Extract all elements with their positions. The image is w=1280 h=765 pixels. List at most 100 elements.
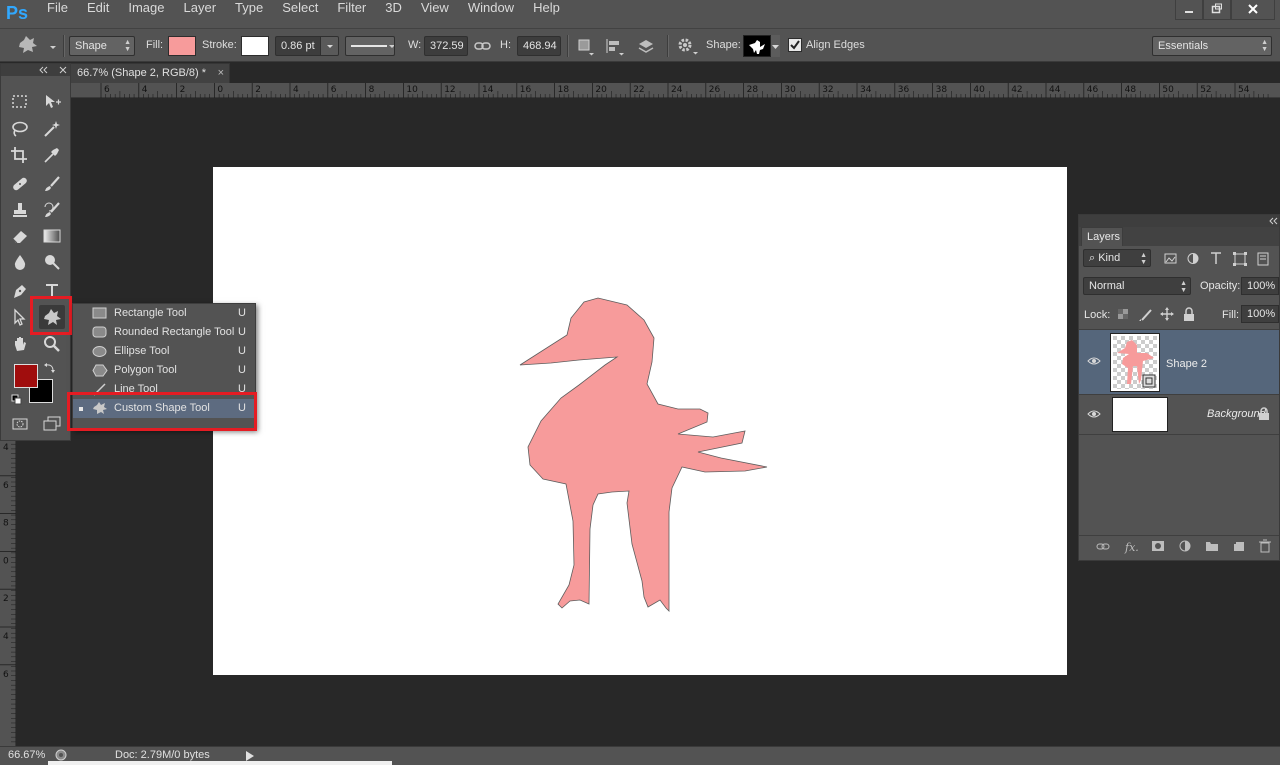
lasso-tool[interactable] — [7, 117, 33, 141]
layers-footer-icons[interactable]: fx. — [1079, 536, 1279, 558]
layer-filter-select[interactable]: ⌕ Kind ▲ ▼ — [1083, 249, 1151, 267]
flyout-rounded-rectangle-tool[interactable]: Rounded Rectangle Tool U — [73, 323, 255, 342]
zoom-level[interactable]: 66.67% — [8, 749, 45, 761]
close-tab-icon[interactable]: × — [218, 64, 224, 83]
fill-field[interactable]: 100% — [1241, 305, 1279, 323]
hand-tool[interactable] — [7, 332, 33, 356]
menu-list: File Edit Image Layer Type Select Filter… — [37, 0, 569, 28]
history-brush-tool[interactable] — [39, 198, 65, 222]
flyout-rectangle-tool[interactable]: Rectangle Tool U — [73, 304, 255, 323]
menu-bar: Ps File Edit Image Layer Type Select Fil… — [0, 0, 1280, 28]
close-window-button[interactable] — [1231, 0, 1275, 20]
stroke-width-field[interactable]: 0.86 pt — [275, 36, 339, 56]
magic-wand-tool[interactable] — [39, 117, 65, 141]
ruler-label: 32 — [822, 85, 833, 95]
link-dimensions-button[interactable] — [474, 38, 492, 54]
add-mask-icon — [1152, 541, 1164, 551]
shape-picker-dropdown[interactable] — [771, 35, 780, 57]
minimize-icon — [1185, 11, 1193, 13]
path-operations-button[interactable] — [575, 36, 595, 56]
path-alignment-button[interactable] — [604, 36, 626, 56]
fill-color-swatch[interactable] — [168, 36, 196, 56]
default-colors-icon[interactable] — [11, 394, 23, 406]
eye-icon[interactable] — [1087, 409, 1101, 419]
screen-mode-icon — [43, 416, 61, 431]
menu-type[interactable]: Type — [225, 0, 272, 28]
dodge-tool[interactable] — [39, 250, 65, 274]
bird-shape[interactable] — [213, 167, 1067, 675]
menu-select[interactable]: Select — [272, 0, 327, 28]
menu-help[interactable]: Help — [523, 0, 569, 28]
lock-options-icons[interactable] — [1117, 307, 1197, 323]
status-info-icon[interactable] — [55, 749, 67, 761]
restore-icon — [1211, 3, 1222, 14]
restore-button[interactable] — [1203, 0, 1231, 20]
ruler-label: 8 — [3, 519, 9, 529]
screen-mode-button[interactable] — [39, 412, 65, 436]
minimize-button[interactable] — [1175, 0, 1203, 20]
menu-file[interactable]: File — [37, 0, 77, 28]
flyout-polygon-tool[interactable]: Polygon Tool U — [73, 361, 255, 380]
brush-tool[interactable] — [39, 172, 65, 196]
menu-window[interactable]: Window — [458, 0, 523, 28]
layer-name: Background — [1207, 408, 1266, 420]
menu-view[interactable]: View — [411, 0, 458, 28]
shape-picker[interactable] — [743, 35, 771, 57]
menu-edit[interactable]: Edit — [77, 0, 118, 28]
document-canvas[interactable] — [213, 167, 1067, 675]
horizontal-scrollbar[interactable] — [48, 761, 392, 765]
height-field[interactable]: 468.94 p — [517, 36, 561, 56]
clone-stamp-tool[interactable] — [7, 198, 33, 222]
eraser-tool[interactable] — [7, 224, 33, 248]
layer-row-shape-2[interactable]: Shape 2 — [1079, 329, 1279, 395]
quick-mask-button[interactable] — [7, 412, 33, 436]
layer-filter-icons[interactable] — [1163, 251, 1279, 267]
layer-thumbnail — [1110, 333, 1160, 392]
opacity-field[interactable]: 100% — [1241, 277, 1279, 295]
marquee-tool[interactable] — [7, 90, 33, 114]
menu-layer[interactable]: Layer — [174, 0, 226, 28]
menu-filter[interactable]: Filter — [327, 0, 375, 28]
menu-image[interactable]: Image — [118, 0, 173, 28]
align-edges-checkbox[interactable] — [788, 38, 802, 52]
foreground-color-swatch[interactable] — [14, 364, 38, 388]
zoom-tool[interactable] — [39, 332, 65, 356]
stroke-width-dropdown[interactable] — [320, 37, 338, 55]
swap-colors-icon[interactable] — [43, 361, 57, 375]
healing-brush-tool[interactable] — [7, 172, 33, 196]
blend-mode-select[interactable]: Normal ▲ ▼ — [1083, 277, 1191, 295]
tool-preset-picker[interactable] — [14, 34, 60, 58]
flyout-shortcut: U — [238, 364, 246, 376]
stroke-color-swatch[interactable] — [241, 36, 269, 56]
options-separator — [567, 35, 568, 57]
workspace-select[interactable]: Essentials ▲ ▼ — [1152, 36, 1272, 56]
fill-label: Fill: — [1222, 309, 1240, 321]
ruler-label: 4 — [3, 632, 9, 642]
menu-3d[interactable]: 3D — [375, 0, 411, 28]
layers-tab[interactable]: Layers — [1081, 227, 1123, 246]
flyout-ellipse-tool[interactable]: Ellipse Tool U — [73, 342, 255, 361]
panel-header[interactable] — [1079, 215, 1279, 227]
layer-row-background[interactable]: Background — [1079, 395, 1279, 435]
options-separator — [667, 35, 668, 57]
tool-mode-select[interactable]: Shape ▲ ▼ — [69, 36, 135, 56]
link-icon — [474, 42, 491, 50]
panel-collapse-icon[interactable] — [1079, 215, 1279, 227]
eyedropper-tool[interactable] — [39, 143, 65, 167]
document-tab[interactable]: 66.7% (Shape 2, RGB/8) * × — [70, 63, 230, 83]
ruler-label: 4 — [142, 85, 148, 95]
close-icon — [1248, 4, 1258, 14]
toolbox-header[interactable] — [1, 64, 70, 76]
gradient-tool[interactable] — [39, 224, 65, 248]
width-field[interactable]: 372.59 p — [424, 36, 468, 56]
panel-collapse-icon[interactable] — [1, 64, 70, 76]
path-arrangement-button[interactable] — [636, 36, 658, 56]
move-tool[interactable] — [39, 90, 65, 114]
crop-tool[interactable] — [7, 143, 33, 167]
blur-tool[interactable] — [7, 250, 33, 274]
ruler-label: 10 — [406, 85, 418, 95]
document-size: Doc: 2.79M/0 bytes — [115, 749, 210, 761]
geometry-options-button[interactable] — [676, 36, 700, 56]
eye-icon[interactable] — [1087, 356, 1101, 366]
stroke-type-select[interactable] — [345, 36, 395, 56]
